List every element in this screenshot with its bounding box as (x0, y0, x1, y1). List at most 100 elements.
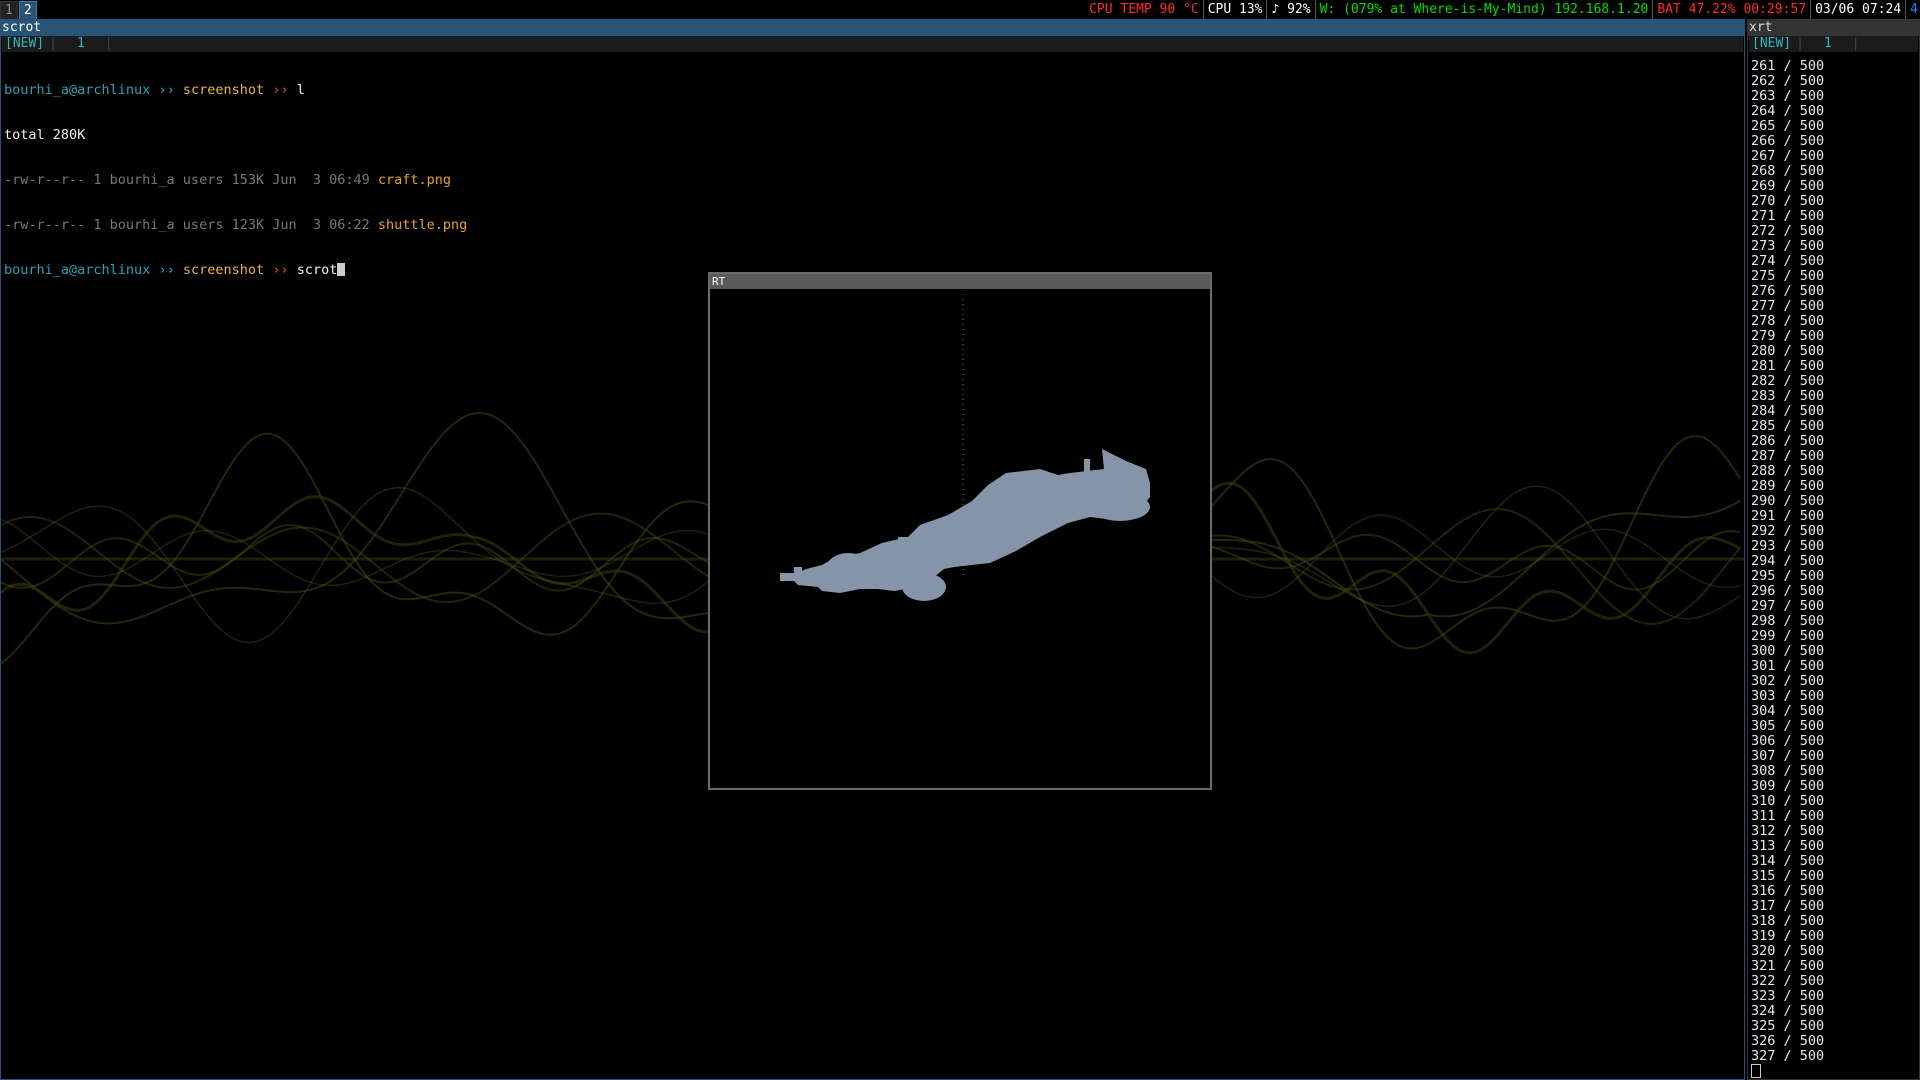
progress-separator: / (1775, 988, 1800, 1004)
progress-separator: / (1775, 103, 1800, 119)
progress-line: 291 / 500 (1751, 509, 1824, 524)
progress-line: 305 / 500 (1751, 719, 1824, 734)
progress-total: 500 (1799, 88, 1825, 104)
prompt-separator: ›› (158, 262, 175, 278)
progress-line: 280 / 500 (1751, 344, 1824, 359)
progress-line: 277 / 500 (1751, 299, 1824, 314)
progress-line: 316 / 500 (1751, 884, 1824, 899)
tab-1[interactable]: 1 (1806, 36, 1850, 52)
progress-separator: / (1775, 793, 1800, 809)
progress-line: 267 / 500 (1751, 149, 1824, 164)
progress-line: 297 / 500 (1751, 599, 1824, 614)
progress-line: 275 / 500 (1751, 269, 1824, 284)
progress-current: 271 (1751, 208, 1776, 224)
progress-separator: / (1775, 823, 1800, 839)
progress-total: 500 (1799, 628, 1825, 644)
progress-current: 276 (1751, 283, 1776, 299)
progress-total: 500 (1799, 1048, 1825, 1064)
progress-line: 278 / 500 (1751, 314, 1824, 329)
progress-current: 307 (1751, 748, 1776, 764)
progress-separator: / (1775, 883, 1800, 899)
progress-total: 500 (1799, 508, 1825, 524)
progress-total: 500 (1799, 673, 1825, 689)
file-meta: -rw-r--r-- 1 bourhi_a users 123K Jun 3 0… (4, 217, 378, 233)
ls-total: total 280K (4, 127, 86, 143)
progress-line: 287 / 500 (1751, 449, 1824, 464)
progress-separator: / (1775, 1048, 1800, 1064)
progress-current: 275 (1751, 268, 1776, 284)
progress-current: 320 (1751, 943, 1776, 959)
progress-total: 500 (1799, 478, 1825, 494)
progress-separator: / (1775, 808, 1800, 824)
progress-line: 321 / 500 (1751, 959, 1824, 974)
progress-line: 264 / 500 (1751, 104, 1824, 119)
terminal-output[interactable]: bourhi_a@archlinux ›› screenshot ›› l to… (4, 53, 467, 308)
terminal-cursor (337, 263, 346, 276)
progress-line: 269 / 500 (1751, 179, 1824, 194)
progress-total: 500 (1799, 223, 1825, 239)
render-progress-output[interactable]: 261 / 500 262 / 500 263 / 500 264 / 500 265 … (1751, 59, 1824, 1079)
progress-current: 311 (1751, 808, 1776, 824)
progress-line: 323 / 500 (1751, 989, 1824, 1004)
progress-current: 308 (1751, 763, 1776, 779)
progress-line: 324 / 500 (1751, 1004, 1824, 1019)
workspace-button-2[interactable]: 2 (18, 1, 37, 20)
tab-new[interactable]: [NEW] (1749, 36, 1794, 52)
progress-line: 273 / 500 (1751, 239, 1824, 254)
progress-line: 288 / 500 (1751, 464, 1824, 479)
progress-current: 282 (1751, 373, 1776, 389)
window-title-xrt[interactable]: xrt (1747, 19, 1920, 36)
progress-total: 500 (1799, 688, 1825, 704)
progress-total: 500 (1799, 583, 1825, 599)
tab-separator: | (1851, 36, 1860, 51)
progress-separator: / (1775, 433, 1800, 449)
progress-current: 300 (1751, 643, 1776, 659)
progress-separator: / (1775, 733, 1800, 749)
progress-total: 500 (1799, 538, 1825, 554)
terminal-window-xrt[interactable]: xrt [NEW] | 1 | 261 / 500 262 / 500 263 / … (1747, 19, 1920, 1080)
progress-total: 500 (1799, 898, 1825, 914)
progress-current: 326 (1751, 1033, 1776, 1049)
progress-separator: / (1775, 268, 1800, 284)
progress-line: 296 / 500 (1751, 584, 1824, 599)
progress-separator: / (1775, 943, 1800, 959)
progress-separator: / (1775, 688, 1800, 704)
progress-current: 267 (1751, 148, 1776, 164)
progress-total: 500 (1799, 748, 1825, 764)
prompt-separator: ›› (158, 82, 175, 98)
progress-total: 500 (1799, 958, 1825, 974)
progress-current: 322 (1751, 973, 1776, 989)
rt-render-window[interactable]: RT (708, 272, 1212, 790)
terminal-cursor (1751, 1064, 1824, 1079)
progress-separator: / (1775, 313, 1800, 329)
status-block: 4 (1910, 2, 1918, 17)
progress-line: 307 / 500 (1751, 749, 1824, 764)
progress-total: 500 (1799, 733, 1825, 749)
workspace-button-1[interactable]: 1 (0, 1, 18, 20)
file-meta: -rw-r--r-- 1 bourhi_a users 153K Jun 3 0… (4, 172, 378, 188)
progress-line: 290 / 500 (1751, 494, 1824, 509)
progress-current: 295 (1751, 568, 1776, 584)
progress-current: 301 (1751, 658, 1776, 674)
progress-line: 293 / 500 (1751, 539, 1824, 554)
prompt-separator: ›› (272, 82, 289, 98)
progress-separator: / (1775, 838, 1800, 854)
progress-line: 279 / 500 (1751, 329, 1824, 344)
progress-total: 500 (1799, 523, 1825, 539)
command-text: scrot (296, 262, 338, 278)
progress-line: 312 / 500 (1751, 824, 1824, 839)
progress-separator: / (1775, 1033, 1800, 1049)
progress-current: 280 (1751, 343, 1776, 359)
progress-total: 500 (1799, 298, 1825, 314)
progress-current: 285 (1751, 418, 1776, 434)
status-blocks: CPU TEMP 90 °C CPU 13% ♪ 92% W: (079% at Wh… (1085, 0, 1920, 19)
progress-separator: / (1775, 958, 1800, 974)
progress-separator: / (1775, 538, 1800, 554)
progress-separator: / (1775, 613, 1800, 629)
desktop: 12 CPU TEMP 90 °C CPU 13% ♪ 92% W: (079% at… (0, 0, 1920, 1080)
window-title-rt[interactable]: RT (710, 274, 1210, 289)
progress-total: 500 (1799, 403, 1825, 419)
progress-line: 262 / 500 (1751, 74, 1824, 89)
progress-line: 300 / 500 (1751, 644, 1824, 659)
progress-total: 500 (1799, 718, 1825, 734)
